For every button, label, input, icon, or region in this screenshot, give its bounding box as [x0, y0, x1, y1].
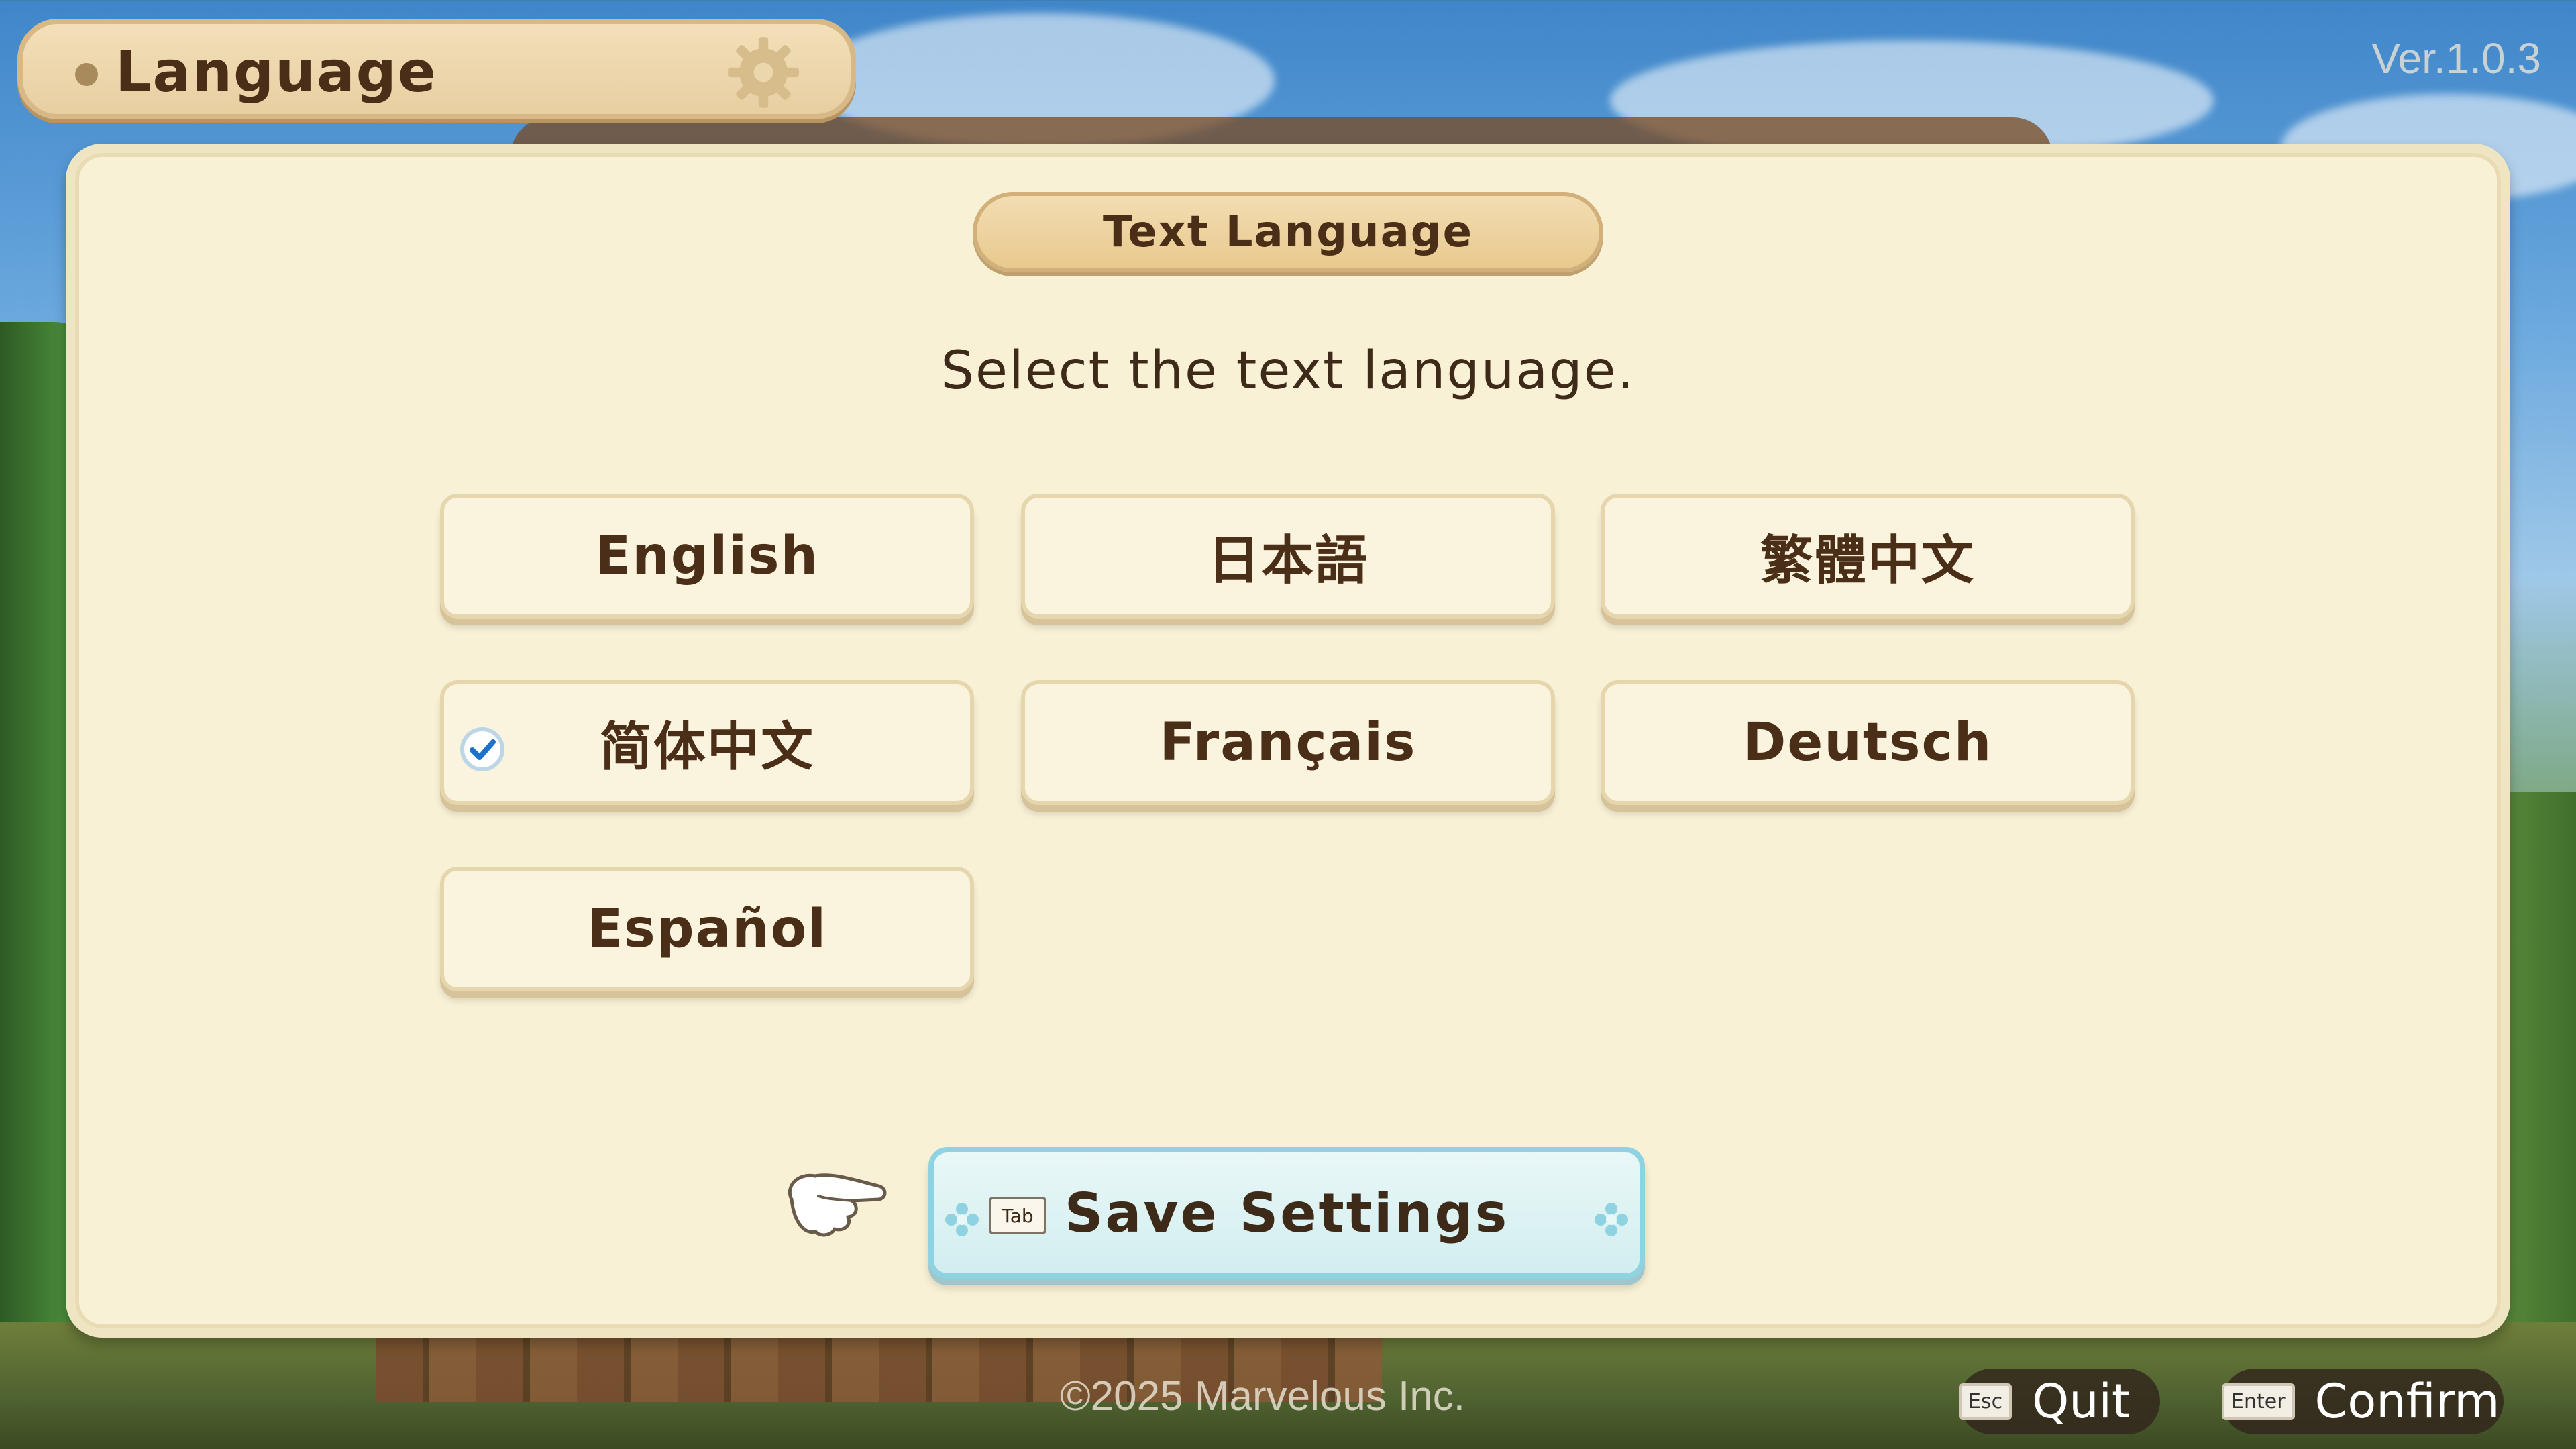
save-settings-label: Save Settings: [1064, 1181, 1509, 1244]
language-option-label: 繁體中文: [1760, 531, 1975, 591]
language-option-traditional-chinese[interactable]: 繁體中文: [1601, 494, 2135, 619]
quit-hint[interactable]: Esc Quit: [1959, 1368, 2160, 1434]
save-settings-button[interactable]: Tab Save Settings: [928, 1147, 1645, 1279]
page-title: Language: [115, 39, 437, 105]
tab-key-icon: Tab: [989, 1197, 1046, 1234]
language-option-label: English: [594, 526, 820, 586]
enter-key-icon: Enter: [2222, 1383, 2295, 1420]
esc-key-icon: Esc: [1959, 1383, 2012, 1420]
language-option-simplified-chinese[interactable]: 简体中文: [440, 680, 974, 805]
copyright-text: ©2025 Marvelous Inc.: [1060, 1373, 1465, 1419]
language-option-french[interactable]: Français: [1021, 680, 1555, 805]
language-option-english[interactable]: English: [440, 494, 974, 619]
quit-label: Quit: [2032, 1374, 2131, 1429]
gear-icon: [728, 37, 799, 108]
confirm-hint[interactable]: Enter Confirm: [2222, 1368, 2504, 1434]
section-title: Text Language: [973, 192, 1603, 272]
pointing-hand-icon: [788, 1173, 887, 1237]
language-option-label: Français: [1159, 712, 1417, 773]
confirm-label: Confirm: [2314, 1374, 2500, 1429]
language-option-label: Español: [586, 899, 828, 959]
checkmark-icon: [460, 727, 504, 771]
language-option-label: Deutsch: [1742, 712, 1993, 773]
language-option-spanish[interactable]: Español: [440, 867, 974, 991]
language-option-german[interactable]: Deutsch: [1601, 680, 2135, 805]
flower-ornament-icon: [945, 1203, 979, 1236]
language-option-label: 日本語: [1207, 531, 1368, 591]
flower-ornament-icon: [1595, 1203, 1628, 1236]
bullet-icon: [75, 63, 98, 86]
header-tab: Language: [17, 19, 856, 119]
instruction-text: Select the text language.: [941, 341, 1635, 401]
language-option-japanese[interactable]: 日本語: [1021, 494, 1555, 619]
language-option-label: 简体中文: [599, 717, 814, 777]
version-label: Ver.1.0.3: [2371, 34, 2541, 83]
